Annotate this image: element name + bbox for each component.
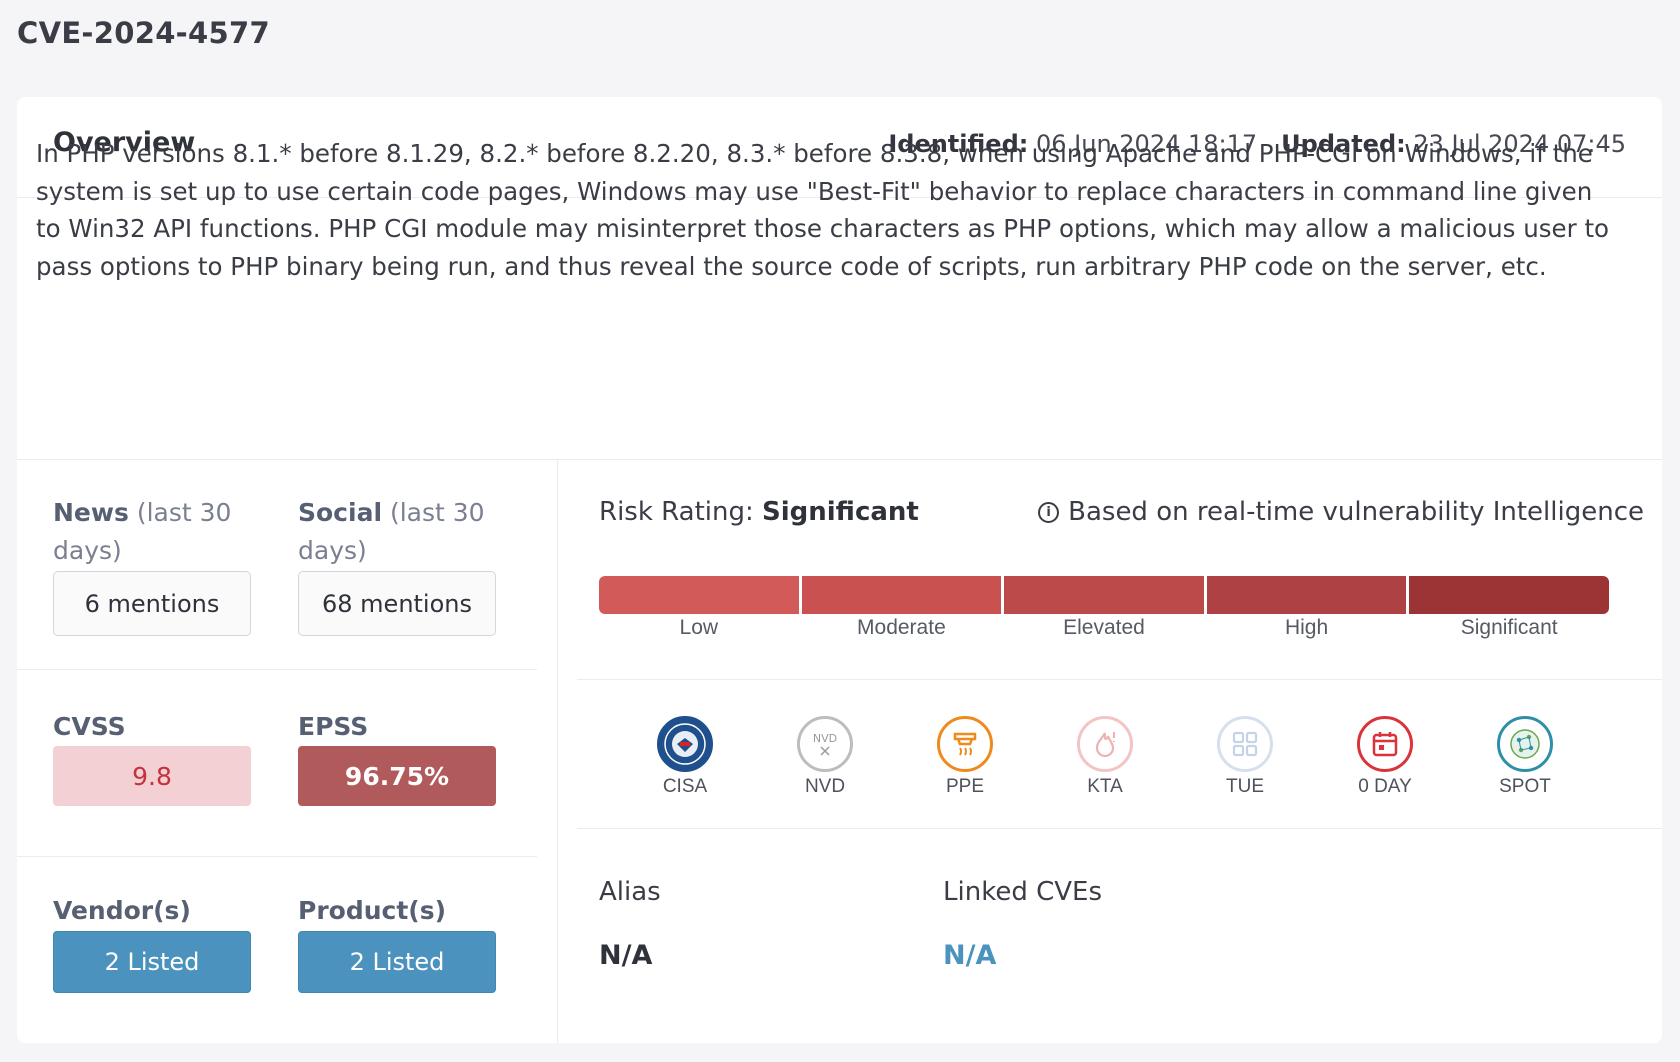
cisa-seal-icon: [657, 716, 713, 772]
tue-grid-icon: [1217, 716, 1273, 772]
social-label: Social (last 30 days): [298, 494, 498, 570]
source-name: CISA: [662, 776, 708, 797]
alias-label: Alias: [599, 877, 661, 907]
cvss-label: CVSS: [53, 712, 126, 741]
news-label: News (last 30 days): [53, 494, 253, 570]
risk-rating: Risk Rating: Significant: [599, 497, 919, 527]
source-spot[interactable]: SPOT: [1470, 716, 1580, 798]
kta-icon: [1077, 716, 1133, 772]
spot-icon: [1497, 716, 1553, 772]
source-nvd[interactable]: NVD NVD: [770, 716, 880, 798]
news-mentions-pill[interactable]: 6 mentions: [53, 571, 251, 636]
info-icon[interactable]: i: [1038, 501, 1060, 523]
risk-segment-moderate: [801, 576, 1002, 614]
ppe-icon: [937, 716, 993, 772]
svg-text:NVD: NVD: [813, 732, 837, 745]
risk-segment-low: [599, 576, 799, 614]
source-name: SPOT: [1499, 776, 1551, 797]
vendors-label: Vendor(s): [53, 896, 191, 925]
source-name: TUE: [1226, 776, 1264, 797]
source-0day[interactable]: 0 DAY: [1330, 716, 1440, 798]
risk-level-label: Elevated: [1063, 616, 1145, 639]
products-label: Product(s): [298, 896, 447, 925]
risk-level-label: High: [1284, 616, 1329, 639]
risk-segment-elevated: [1004, 576, 1204, 614]
source-name: KTA: [1087, 776, 1123, 797]
epss-label: EPSS: [298, 712, 369, 741]
intel-text: Based on real-time vulnerability Intelli…: [1068, 497, 1644, 527]
vendors-button[interactable]: 2 Listed: [53, 931, 251, 993]
page-title: CVE-2024-4577: [17, 16, 270, 50]
source-ppe[interactable]: PPE: [910, 716, 1020, 798]
risk-rating-label: Risk Rating:: [599, 497, 754, 527]
epss-score: 96.75%: [298, 746, 496, 806]
social-title: Social: [298, 498, 383, 527]
products-button[interactable]: 2 Listed: [298, 931, 496, 993]
risk-segment-high: [1206, 576, 1407, 614]
linked-cves-value[interactable]: N/A: [943, 940, 996, 971]
risk-level-label: Moderate: [857, 616, 946, 639]
risk-rating-value: Significant: [762, 497, 919, 527]
intel-sources: CISA NVD NVD PPE KTA TUE 0 DAY SPOT: [630, 716, 1580, 798]
source-kta[interactable]: KTA: [1050, 716, 1160, 798]
alias-value: N/A: [599, 940, 653, 971]
risk-bar: [599, 576, 1609, 614]
linked-cves-label: Linked CVEs: [943, 877, 1102, 907]
news-title: News: [53, 498, 129, 527]
source-cisa[interactable]: CISA: [630, 716, 740, 798]
source-tue[interactable]: TUE: [1190, 716, 1300, 798]
nvd-icon: NVD: [797, 716, 853, 772]
social-mentions-pill[interactable]: 68 mentions: [298, 571, 496, 636]
cvss-score: 9.8: [53, 746, 251, 806]
risk-level-labels: Low Moderate Elevated High Significant: [599, 616, 1609, 640]
calendar-icon: [1357, 716, 1413, 772]
risk-segment-significant: [1409, 576, 1609, 614]
risk-level-label: Significant: [1460, 616, 1558, 639]
source-name: NVD: [804, 776, 846, 797]
source-name: PPE: [945, 776, 985, 797]
intel-note: i Based on real-time vulnerability Intel…: [1038, 497, 1644, 527]
cve-description: In PHP versions 8.1.* before 8.1.29, 8.2…: [36, 139, 1610, 282]
risk-level-label: Low: [679, 616, 719, 639]
source-name: 0 DAY: [1358, 776, 1412, 797]
